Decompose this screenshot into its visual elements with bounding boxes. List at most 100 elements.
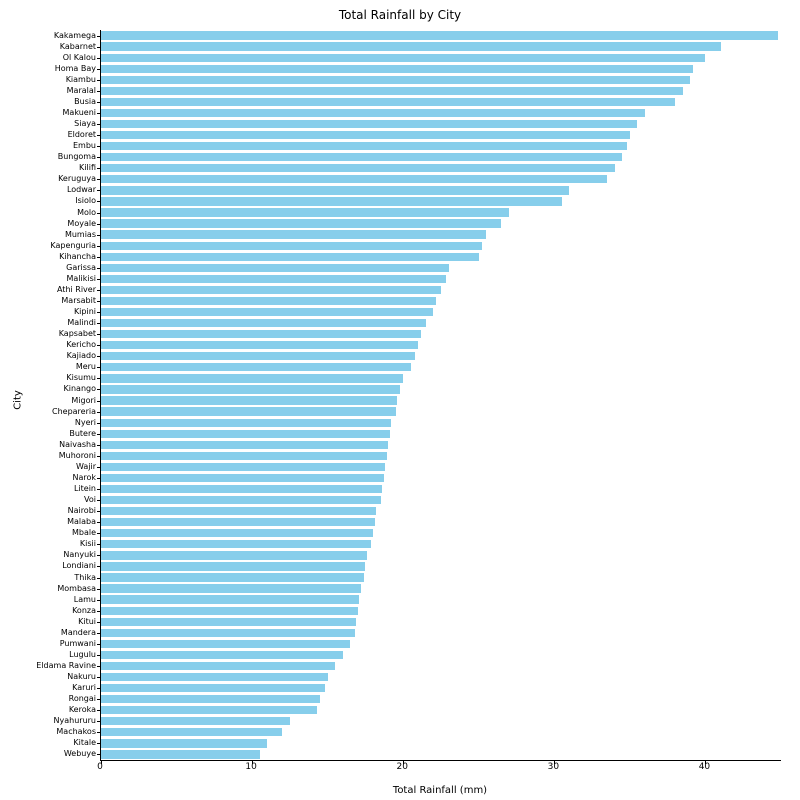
y-tick-label: Wajir	[76, 463, 96, 471]
y-tick-label: Kakamega	[54, 32, 96, 40]
y-tick-label: Karuri	[72, 684, 96, 692]
y-tick	[97, 401, 101, 402]
y-tick-label: Keroka	[69, 706, 96, 714]
bar	[101, 640, 350, 648]
y-tick-label: Kipini	[74, 308, 96, 316]
y-tick-label: Kisii	[80, 540, 96, 548]
y-tick-label: Athi River	[57, 286, 96, 294]
y-tick-label: Isiolo	[75, 197, 96, 205]
bar	[101, 595, 359, 603]
bar	[101, 551, 367, 559]
bar	[101, 584, 361, 592]
y-tick	[97, 666, 101, 667]
y-tick-label: Ol Kalou	[63, 54, 96, 62]
y-tick	[97, 423, 101, 424]
bar	[101, 219, 501, 227]
y-tick-label: Migori	[71, 397, 96, 405]
y-tick	[97, 301, 101, 302]
bar	[101, 352, 415, 360]
y-tick-label: Kinango	[64, 385, 96, 393]
y-tick-label: Eldama Ravine	[36, 662, 96, 670]
bar	[101, 629, 355, 637]
bar	[101, 264, 449, 272]
bar	[101, 607, 358, 615]
y-tick-label: Lamu	[74, 596, 96, 604]
y-tick	[97, 699, 101, 700]
bar	[101, 197, 562, 205]
chart-container: Total Rainfall by City City KakamegaKaba…	[0, 0, 800, 800]
y-tick-label: Garissa	[66, 264, 96, 272]
y-tick	[97, 257, 101, 258]
y-tick	[97, 91, 101, 92]
bar	[101, 452, 387, 460]
y-tick	[97, 190, 101, 191]
y-tick	[97, 754, 101, 755]
y-tick	[97, 356, 101, 357]
bar	[101, 485, 382, 493]
bar	[101, 430, 390, 438]
bar	[101, 65, 693, 73]
y-tick-label: Keruguya	[58, 175, 96, 183]
bar	[101, 717, 290, 725]
y-tick	[97, 312, 101, 313]
y-tick	[97, 135, 101, 136]
y-tick-label: Pumwani	[60, 640, 96, 648]
y-tick	[97, 478, 101, 479]
y-tick-label: Mumias	[65, 231, 96, 239]
y-tick	[97, 533, 101, 534]
y-tick-label: Mandera	[61, 629, 96, 637]
bar	[101, 463, 385, 471]
y-tick-label: Kajiado	[67, 352, 96, 360]
y-tick	[97, 732, 101, 733]
x-tick-label: 20	[396, 762, 407, 772]
bar	[101, 175, 607, 183]
y-tick-label: Kitui	[78, 618, 96, 626]
bar	[101, 662, 335, 670]
bar	[101, 562, 365, 570]
bar	[101, 363, 411, 371]
y-tick	[97, 500, 101, 501]
bar	[101, 341, 418, 349]
plot-area	[100, 30, 781, 761]
y-tick-label: Londiani	[62, 562, 96, 570]
bar	[101, 330, 421, 338]
bar	[101, 518, 375, 526]
bar	[101, 98, 675, 106]
x-tick-label: 30	[548, 762, 559, 772]
y-tick-label: Litein	[74, 485, 96, 493]
bar	[101, 739, 267, 747]
bar	[101, 230, 486, 238]
y-tick	[97, 710, 101, 711]
y-tick	[97, 522, 101, 523]
bar	[101, 275, 446, 283]
y-tick-label: Rongai	[69, 695, 96, 703]
bar	[101, 474, 384, 482]
y-tick-label: Webuye	[64, 750, 96, 758]
y-tick-label: Eldoret	[68, 131, 96, 139]
bar	[101, 385, 400, 393]
y-tick-label: Kapsabet	[59, 330, 96, 338]
y-tick-label: Thika	[74, 574, 96, 582]
y-axis-label: City	[12, 390, 23, 410]
x-tick-label: 10	[245, 762, 256, 772]
y-tick	[97, 644, 101, 645]
y-tick	[97, 688, 101, 689]
y-tick-label: Malindi	[67, 319, 96, 327]
bar	[101, 673, 328, 681]
y-tick	[97, 268, 101, 269]
y-tick-label: Kilifi	[79, 164, 96, 172]
bar	[101, 131, 630, 139]
y-tick	[97, 113, 101, 114]
y-tick-label: Kitale	[73, 739, 96, 747]
y-tick-label: Nyeri	[75, 419, 96, 427]
y-tick-label: Embu	[73, 142, 96, 150]
bar	[101, 164, 615, 172]
y-tick	[97, 213, 101, 214]
y-tick	[97, 80, 101, 81]
x-axis-label: Total Rainfall (mm)	[100, 785, 780, 796]
bar	[101, 308, 433, 316]
bar	[101, 42, 721, 50]
bar	[101, 54, 705, 62]
bar	[101, 540, 371, 548]
y-tick	[97, 323, 101, 324]
